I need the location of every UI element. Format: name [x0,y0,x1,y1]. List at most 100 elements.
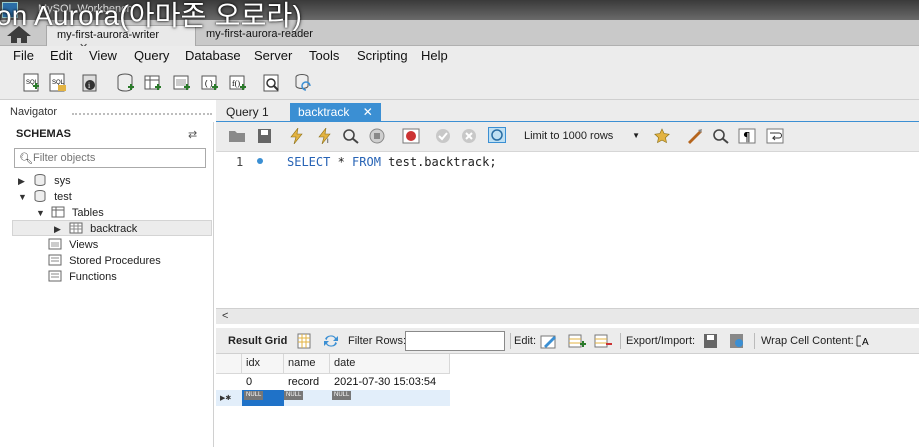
column-header-date[interactable]: date [330,354,450,374]
edit-row-icon[interactable] [540,333,558,349]
statement-marker-icon [257,158,263,164]
null-badge: NULL [332,391,352,400]
open-folder-icon[interactable] [228,128,246,144]
add-snippet-star-icon[interactable] [653,128,671,144]
navigator-panel: SCHEMAS ⇄ 🔍︎ ▶ sys ▼ test ▼ Tables ▶ bac… [10,122,214,447]
refresh-results-icon[interactable] [322,333,340,349]
menu-server[interactable]: Server [254,48,292,63]
editor-horizontal-scrollbar[interactable]: < [216,308,919,324]
procedures-icon [48,254,62,266]
export-import-label: Export/Import: [626,335,696,347]
column-header-name[interactable]: name [284,354,330,374]
delete-row-icon[interactable] [594,333,612,349]
grid-view-icon[interactable] [296,333,314,349]
schema-label: sys [54,175,71,187]
limit-rows-value: Limit to 1000 rows [524,130,614,142]
menu-help[interactable]: Help [421,48,448,63]
schema-test[interactable]: ▼ test [18,190,72,206]
svg-text:¶: ¶ [743,130,751,144]
create-function-icon[interactable]: f() [228,72,248,94]
sql-keyword: FROM [352,155,381,169]
tree-functions-folder[interactable]: Functions [48,270,117,286]
null-badge: NULL [244,391,264,400]
create-schema-icon[interactable] [116,72,136,94]
beautify-icon[interactable] [686,128,704,144]
sql-text: test.backtrack; [380,155,497,169]
new-sql-tab-icon[interactable]: SQL [22,72,42,94]
menu-edit[interactable]: Edit [50,48,72,63]
schema-sys[interactable]: ▶ sys [18,174,71,190]
result-grid: idx name date 0 record 2021-07-30 15:03:… [216,354,919,447]
wrap-cell-toggle-icon[interactable]: A [854,333,872,349]
tab-backtrack[interactable]: backtrack ✕ [290,103,381,122]
explain-icon[interactable] [342,128,360,144]
rollback-icon[interactable] [460,128,478,144]
import-icon[interactable] [728,333,746,349]
tree-label: Stored Procedures [69,255,161,267]
svg-text:I: I [327,139,329,144]
refresh-schemas-icon[interactable]: ⇄ [188,128,197,141]
stop-icon[interactable] [368,128,386,144]
expand-arrow-icon[interactable]: ▶ [18,176,30,187]
word-wrap-icon[interactable] [766,128,784,144]
toolbar-divider [754,333,755,349]
execute-current-icon[interactable]: I [316,128,334,144]
cell-date[interactable]: 2021-07-30 15:03:54 [330,375,440,391]
menu-file[interactable]: File [13,48,34,63]
tree-views-folder[interactable]: Views [48,238,98,254]
sql-code-line[interactable]: SELECT * FROM test.backtrack; [287,155,497,169]
tree-procedures-folder[interactable]: Stored Procedures [48,254,161,270]
search-table-data-icon[interactable] [262,72,282,94]
collapse-arrow-icon[interactable]: ▼ [18,192,30,202]
column-header-idx[interactable]: idx [242,354,284,374]
tree-label: Functions [69,271,117,283]
chevron-down-icon: ▼ [632,131,640,140]
create-procedure-icon[interactable]: () [200,72,220,94]
toolbar-divider [510,333,511,349]
commit-icon[interactable] [434,128,452,144]
tab-query-1[interactable]: Query 1 [218,103,277,122]
table-icon [69,222,83,234]
inspector-icon[interactable]: i [80,72,100,94]
video-overlay-caption: on Aurora(아마존 오로라) [0,0,303,31]
filter-objects-input[interactable] [33,150,203,166]
tab-label: Query 1 [226,105,269,119]
close-icon[interactable]: ✕ [363,105,373,119]
cell-idx[interactable]: 0 [242,375,256,391]
filter-objects-field[interactable]: 🔍︎ [14,148,206,168]
menu-database[interactable]: Database [185,48,241,63]
menu-bar: File Edit View Query Database Server Too… [0,46,919,66]
result-grid-tab[interactable]: Result Grid [228,335,287,347]
open-sql-script-icon[interactable]: SQL [48,72,68,94]
insert-row-icon[interactable] [568,333,586,349]
cell-name[interactable]: record [284,375,323,391]
reconnect-icon[interactable] [293,72,313,94]
menu-tools[interactable]: Tools [309,48,339,63]
create-view-icon[interactable] [172,72,192,94]
tables-icon [51,206,65,218]
limit-rows-select[interactable]: Limit to 1000 rows ▼ [520,128,644,146]
execute-icon[interactable] [288,128,306,144]
find-replace-icon[interactable] [712,128,730,144]
sql-text: * [330,155,353,169]
save-icon[interactable] [256,128,274,144]
menu-query[interactable]: Query [134,48,169,63]
autocommit-toggle-icon[interactable] [488,127,506,143]
new-row-marker-icon: ▶✱ [220,395,232,402]
menu-view[interactable]: View [89,48,117,63]
expand-arrow-icon[interactable]: ▶ [54,224,66,235]
create-table-icon[interactable] [143,72,163,94]
scroll-left-icon[interactable]: < [222,310,228,322]
stop-on-error-icon[interactable] [402,128,420,144]
menu-scripting[interactable]: Scripting [357,48,408,63]
filter-rows-input[interactable] [405,331,505,351]
table-label: backtrack [90,223,138,235]
sql-editor[interactable]: 1 SELECT * FROM test.backtrack; [216,152,919,308]
schemas-heading: SCHEMAS [16,128,72,140]
collapse-arrow-icon[interactable]: ▼ [36,208,48,218]
navigator-header: Navigator [10,106,214,122]
search-icon: 🔍︎ [19,153,33,165]
invisible-chars-icon[interactable]: ¶ [738,128,756,144]
export-icon[interactable] [702,333,720,349]
table-backtrack[interactable]: ▶ backtrack [54,222,137,238]
